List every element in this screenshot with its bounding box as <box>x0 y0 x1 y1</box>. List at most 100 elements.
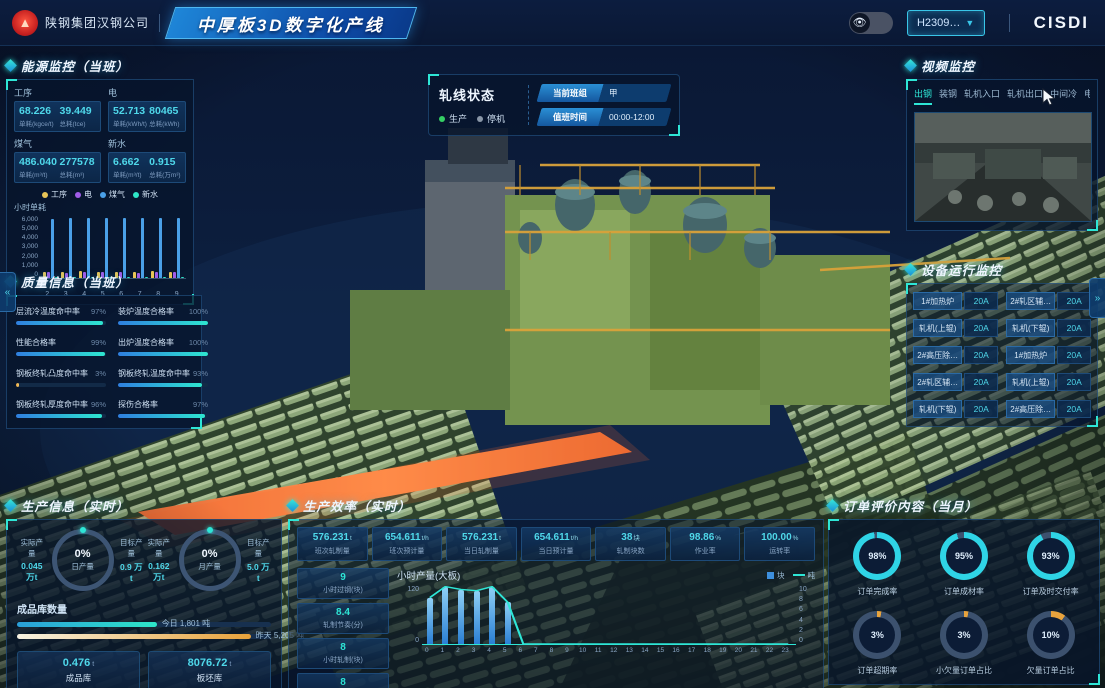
quality-value: 100% <box>189 338 208 347</box>
header-divider <box>1009 14 1010 32</box>
video-feed[interactable] <box>914 112 1092 222</box>
quality-label: 钢板终轧厚度命中率 <box>16 399 88 410</box>
x-tick-label: 23 <box>777 647 793 654</box>
x-tick-label: 5 <box>497 647 513 654</box>
bar-group <box>151 218 166 278</box>
energy-card: 486.040单耗(m³/t)277578总耗(m³) <box>14 152 101 183</box>
gauge-target-label: 目标产量 <box>119 537 144 559</box>
energy-metric: 486.040单耗(m³/t) <box>19 156 56 179</box>
quality-value: 93% <box>193 369 208 378</box>
energy-chart-yaxis: 6,0005,0004,0003,0002,0001,0000 <box>14 216 41 278</box>
quality-item: 钢板终轧温度命中率93% <box>118 368 208 387</box>
stock-card: 0.476t成品库 <box>17 651 140 688</box>
progress-track <box>118 414 208 418</box>
x-tick-label: 11 <box>590 647 606 654</box>
device-current-value: 20A <box>964 292 998 310</box>
device-row: 轧机(下辊)20A <box>913 400 998 418</box>
video-tab-装钢[interactable]: 装钢 <box>939 87 957 105</box>
device-row: 2#高压除…20A <box>913 346 998 364</box>
quality-value: 97% <box>193 400 208 409</box>
quality-value: 96% <box>91 400 106 409</box>
energy-unit-label: 总耗(m³) <box>60 169 97 179</box>
quality-item-top: 出炉温度合格率100% <box>118 337 208 348</box>
panel-title: 生产效率（实时） <box>288 496 824 515</box>
efficiency-box: 8.4轧制节奏(分) <box>297 603 389 634</box>
video-tab-出钢[interactable]: 出钢 <box>914 87 932 105</box>
energy-metric: 277578总耗(m³) <box>60 156 97 179</box>
order-ring: 95% <box>940 532 988 580</box>
device-row: 轧机(上辊)20A <box>913 319 998 337</box>
energy-metric: 39.449总耗(tce) <box>60 105 97 128</box>
visibility-toggle[interactable]: 👁 <box>849 12 893 34</box>
legend-label: 煤气 <box>109 189 125 200</box>
y-tick-label: 3,000 <box>14 243 38 250</box>
quality-value: 100% <box>189 307 208 316</box>
hourly-chart-xaxis: 01234567891011121314151617181920212223 <box>419 647 793 654</box>
quality-item: 性能合格率99% <box>16 337 106 356</box>
collapse-right-panels-button[interactable]: » <box>1089 278 1105 318</box>
device-name: 轧机(上辊) <box>1006 373 1055 391</box>
energy-metric: 0.915总耗(万m³) <box>149 156 181 179</box>
y-tick-label: 4 <box>799 617 815 624</box>
bar-group <box>79 218 94 278</box>
gauge-percent: 0% <box>202 548 218 560</box>
quality-label: 层流冷温度命中率 <box>16 306 80 317</box>
y-tick-label: 2 <box>799 627 815 634</box>
stat-value: 654.611t/h <box>374 532 441 543</box>
divider <box>528 85 529 125</box>
legend-swatch <box>767 572 774 579</box>
stock-bar-row: 今日 1,801 吨 <box>17 622 271 627</box>
quality-label: 钢板终轧凸度命中率 <box>16 368 88 379</box>
video-tab-轧机出口[interactable]: 轧机出口 <box>1007 87 1043 105</box>
bar-group <box>97 218 112 278</box>
hourly-output-chart: 小时产量(大板) 块吨 1200 1086420 01234567 <box>397 568 815 688</box>
bar <box>87 218 90 278</box>
efficiency-stat-card: 576.231t当日轧制量 <box>446 527 517 561</box>
device-name: 轧机(下辊) <box>1006 319 1055 337</box>
stock-cards: 0.476t成品库8076.72t板坯库 <box>17 651 271 688</box>
x-tick-label: 4 <box>481 647 497 654</box>
order-ring-label: 小欠量订单占比 <box>936 665 992 676</box>
panel-production-info: 生产信息（实时） 实际产量 0.045 万t 0% 日产量 目标产量 <box>6 496 282 688</box>
quality-item: 装炉温度合格率100% <box>118 306 208 325</box>
order-ring-value: 10% <box>1027 611 1075 659</box>
device-row: 轧机(下辊)20A <box>1006 319 1091 337</box>
bar <box>105 218 108 278</box>
shift-dropdown[interactable]: H2309… ▼ <box>907 10 985 36</box>
energy-card: 6.662单耗(m³/t)0.915总耗(万m³) <box>108 152 186 183</box>
energy-metric: 52.713单耗(kWh/t) <box>113 105 145 128</box>
energy-value: 39.449 <box>60 105 97 117</box>
gauge-actual-value: 0.162 万t <box>144 561 174 583</box>
panel-quality-info: 质量信息（当班） 层流冷温度命中率97%装炉温度合格率100%性能合格率99%出… <box>6 272 202 429</box>
device-name: 2#轧区辅… <box>1006 292 1055 310</box>
device-row: 2#轧区辅…20A <box>913 373 998 391</box>
energy-unit-label: 总耗(tce) <box>60 118 97 128</box>
panel-title-text: 质量信息（当班） <box>21 272 129 291</box>
order-ring: 10% <box>1027 611 1075 659</box>
stat-unit: % <box>715 535 721 542</box>
device-current-value: 20A <box>964 319 998 337</box>
bar <box>141 218 144 278</box>
efficiency-box: 8小时轧制(块) <box>297 638 389 669</box>
badge-label: 值班时间 <box>553 111 587 123</box>
order-ring-item: 95%订单成材率 <box>924 532 1005 597</box>
panel-title: 质量信息（当班） <box>6 272 202 291</box>
x-tick-label: 0 <box>419 647 435 654</box>
gauge-center-label: 日产量 <box>71 561 94 572</box>
shift-time-badge: 值班时间 00:00-12:00 <box>536 108 671 126</box>
legend-dot <box>75 192 81 198</box>
energy-metric: 6.662单耗(m³/t) <box>113 156 145 179</box>
order-ring: 93% <box>1027 532 1075 580</box>
badge-value: 甲 <box>609 87 618 99</box>
bar-group <box>169 218 184 278</box>
video-tab-电加热[interactable]: 电加热 <box>1084 87 1090 105</box>
quality-grid: 层流冷温度命中率97%装炉温度合格率100%性能合格率99%出炉温度合格率100… <box>16 306 192 418</box>
gauge-ring: 0% 月产量 <box>179 529 241 591</box>
quality-item-top: 探伤合格率97% <box>118 399 208 410</box>
device-row: 1#加热炉20A <box>1006 346 1091 364</box>
stat-label: 班次预计量 <box>374 546 441 556</box>
energy-unit-label: 单耗(kWh/t) <box>113 118 145 128</box>
panel-device-monitor: 设备运行监控 1#加热炉20A2#轧区辅…20A轧机(上辊)20A轧机(下辊)2… <box>906 260 1098 427</box>
video-tab-轧机入口[interactable]: 轧机入口 <box>964 87 1000 105</box>
collapse-left-panels-button[interactable]: « <box>0 272 16 312</box>
